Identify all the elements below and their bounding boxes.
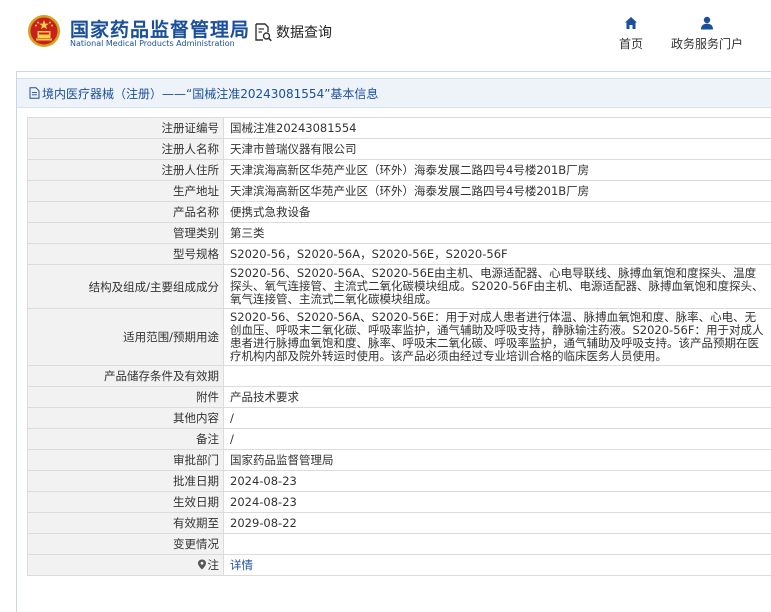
row-label: 变更情况 — [27, 533, 224, 555]
row-value: S2020-56，S2020-56A，S2020-56E，S2020-56F — [223, 243, 771, 265]
table-row: 管理类别 第三类 — [27, 222, 771, 244]
details-link[interactable]: 详情 — [230, 558, 253, 572]
row-value: 产品技术要求 — [223, 386, 771, 408]
row-value: 2024-08-23 — [223, 491, 771, 513]
row-label: 注册证编号 — [27, 117, 224, 139]
table-row: 注册证编号 国械注准20243081554 — [27, 117, 771, 139]
table-row: 附件 产品技术要求 — [27, 386, 771, 408]
row-value: 天津市普瑞仪器有限公司 — [223, 138, 771, 160]
breadcrumb: 境内医疗器械（注册）——“国械注准20243081554”基本信息 — [17, 78, 771, 108]
row-value: / — [223, 407, 771, 429]
home-icon — [625, 17, 637, 29]
row-value — [223, 533, 771, 555]
table-row: 注册人名称 天津市普瑞仪器有限公司 — [27, 138, 771, 160]
table-row: 适用范围/预期用途 S2020-56、S2020-56A、S2020-56E：用… — [27, 308, 771, 366]
table-row: 备注 / — [27, 428, 771, 450]
row-value: 便携式急救设备 — [223, 201, 771, 223]
location-pin-icon — [197, 559, 206, 570]
table-row: 产品名称 便携式急救设备 — [27, 201, 771, 223]
row-label: 备注 — [27, 428, 224, 450]
user-icon — [701, 16, 713, 30]
data-query-link[interactable]: 数据查询 — [253, 21, 332, 43]
row-label: 审批部门 — [27, 449, 224, 471]
row-value: 天津滨海高新区华苑产业区（环外）海泰发展二路四号4号楼201B厂房 — [223, 159, 771, 181]
row-label: 注册人住所 — [27, 159, 224, 181]
table-row: 产品储存条件及有效期 — [27, 365, 771, 387]
row-label: 产品储存条件及有效期 — [27, 365, 224, 387]
row-value: S2020-56、S2020-56A、S2020-56E：用于对成人患者进行体温… — [223, 308, 771, 366]
table-row: 结构及组成/主要组成成分 S2020-56、S2020-56A、S2020-56… — [27, 264, 771, 309]
table-row: 有效期至 2029-08-22 — [27, 512, 771, 534]
row-label-text: 注 — [207, 558, 220, 572]
row-value: 详情 — [223, 554, 771, 576]
nav-home-label: 首页 — [618, 37, 643, 51]
info-table: 注册证编号 国械注准20243081554 注册人名称 天津市普瑞仪器有限公司 … — [27, 117, 771, 576]
row-value: 2029-08-22 — [223, 512, 771, 534]
nav-home[interactable]: 首页 — [616, 16, 646, 52]
table-row: 型号规格 S2020-56，S2020-56A，S2020-56E，S2020-… — [27, 243, 771, 265]
row-value: 国家药品监督管理局 — [223, 449, 771, 471]
row-label: 其他内容 — [27, 407, 224, 429]
row-label: 注 — [27, 554, 224, 576]
brand-subtitle: National Medical Products Administration — [70, 39, 235, 48]
breadcrumb-text: 境内医疗器械（注册）——“国械注准20243081554”基本信息 — [42, 86, 379, 101]
nav-service-portal[interactable]: 政务服务门户 — [668, 16, 746, 52]
national-emblem-icon — [28, 15, 60, 47]
row-value: 第三类 — [223, 222, 771, 244]
row-label: 生产地址 — [27, 180, 224, 202]
row-label: 有效期至 — [27, 512, 224, 534]
table-row: 变更情况 — [27, 533, 771, 555]
row-value: 2024-08-23 — [223, 470, 771, 492]
table-row: 其他内容 / — [27, 407, 771, 429]
detail-panel: 境内医疗器械（注册）——“国械注准20243081554”基本信息 注册证编号 … — [16, 71, 771, 612]
row-label: 型号规格 — [27, 243, 224, 265]
row-label: 管理类别 — [27, 222, 224, 244]
document-search-icon — [255, 23, 272, 42]
row-value: 天津滨海高新区华苑产业区（环外）海泰发展二路四号4号楼201B厂房 — [223, 180, 771, 202]
table-row: 生产地址 天津滨海高新区华苑产业区（环外）海泰发展二路四号4号楼201B厂房 — [27, 180, 771, 202]
row-label: 注册人名称 — [27, 138, 224, 160]
document-icon — [29, 87, 40, 99]
row-value: 国械注准20243081554 — [223, 117, 771, 139]
table-row: 注册人住所 天津滨海高新区华苑产业区（环外）海泰发展二路四号4号楼201B厂房 — [27, 159, 771, 181]
nav-service-label: 政务服务门户 — [670, 37, 743, 51]
row-value: S2020-56、S2020-56A、S2020-56E由主机、电源适配器、心电… — [223, 264, 771, 309]
data-query-label: 数据查询 — [276, 25, 332, 41]
brand-title: 国家药品监督管理局 — [70, 19, 251, 41]
row-label: 适用范围/预期用途 — [27, 308, 224, 366]
table-row: 生效日期 2024-08-23 — [27, 491, 771, 513]
site-header: 国家药品监督管理局 National Medical Products Admi… — [0, 0, 771, 68]
table-row: 批准日期 2024-08-23 — [27, 470, 771, 492]
row-label: 批准日期 — [27, 470, 224, 492]
row-label: 附件 — [27, 386, 224, 408]
row-label: 产品名称 — [27, 201, 224, 223]
row-label: 生效日期 — [27, 491, 224, 513]
table-row: 注 详情 — [27, 554, 771, 576]
table-row: 审批部门 国家药品监督管理局 — [27, 449, 771, 471]
row-value: / — [223, 428, 771, 450]
row-value — [223, 365, 771, 387]
row-label: 结构及组成/主要组成成分 — [27, 264, 224, 309]
